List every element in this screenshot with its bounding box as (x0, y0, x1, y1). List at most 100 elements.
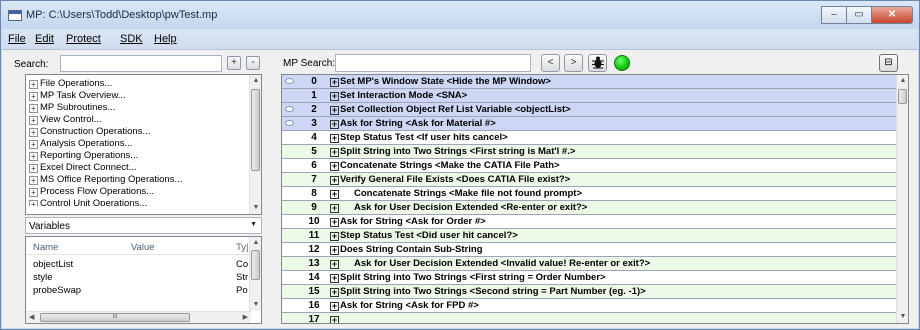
variables-scrollbar[interactable]: ▲ ▼ (249, 237, 261, 311)
tree-item-mp-subroutines[interactable]: + MP Subroutines... (29, 102, 115, 114)
step-row[interactable]: 17 + (282, 313, 896, 323)
variable-row[interactable]: style Str (26, 272, 251, 284)
row-marker[interactable] (282, 299, 300, 312)
variable-row[interactable]: probeSwap Po (26, 285, 251, 297)
row-marker[interactable] (282, 117, 300, 130)
scroll-thumb[interactable] (251, 89, 260, 171)
scroll-right-icon[interactable]: ▶ (243, 313, 248, 321)
tree-item-process-flow[interactable]: + Process Flow Operations... (29, 186, 154, 198)
row-marker[interactable] (282, 271, 300, 284)
step-row[interactable]: 14 + Split String into Two Strings <First … (282, 271, 896, 285)
menu-edit[interactable]: Edit (35, 33, 54, 45)
row-marker[interactable] (282, 159, 300, 172)
menu-file[interactable]: File (8, 33, 26, 45)
expand-icon[interactable]: + (29, 188, 38, 197)
expand-icon[interactable]: + (330, 120, 339, 129)
close-button[interactable]: ✕ (871, 6, 913, 24)
scroll-up-icon[interactable]: ▲ (250, 237, 261, 249)
scroll-left-icon[interactable]: ◀ (29, 313, 34, 321)
expand-icon[interactable]: + (330, 148, 339, 157)
menu-protect[interactable]: Protect (66, 33, 101, 45)
tree-item-ms-office-reporting[interactable]: + MS Office Reporting Operations... (29, 174, 182, 186)
row-marker[interactable] (282, 173, 300, 186)
step-row[interactable]: 0 + Set MP's Window State <Hide the MP Win… (282, 75, 896, 89)
expand-all-button[interactable]: + (227, 56, 241, 70)
expand-icon[interactable]: + (330, 232, 339, 241)
tree-item-reporting-operations[interactable]: + Reporting Operations... (29, 150, 138, 162)
row-marker[interactable] (282, 89, 300, 102)
title-bar[interactable]: MP: C:\Users\Todd\Desktop\pwTest.mp ‒ ▭ … (1, 1, 919, 29)
search-next-button[interactable]: > (564, 54, 583, 72)
row-marker[interactable] (282, 131, 300, 144)
restore-pane-button[interactable]: ⊟ (879, 54, 898, 72)
scroll-down-icon[interactable]: ▼ (250, 202, 261, 214)
expand-icon[interactable]: + (29, 176, 38, 185)
hscroll-thumb[interactable]: III (40, 313, 190, 322)
scroll-thumb[interactable] (898, 89, 907, 104)
expand-icon[interactable]: + (29, 80, 38, 89)
grid-scrollbar[interactable]: ▲ ▼ (896, 75, 908, 323)
expand-icon[interactable]: + (330, 302, 339, 311)
expand-icon[interactable]: + (330, 246, 339, 255)
expand-icon[interactable]: + (330, 190, 339, 199)
expand-icon[interactable]: + (29, 128, 38, 137)
step-row[interactable]: 7 + Verify General File Exists <Does CATIA… (282, 173, 896, 187)
expand-icon[interactable]: + (29, 140, 38, 149)
tree-item-analysis-operations[interactable]: + Analysis Operations... (29, 138, 132, 150)
expand-icon[interactable]: + (330, 218, 339, 227)
expand-icon[interactable]: + (330, 204, 339, 213)
expand-icon[interactable]: + (330, 78, 339, 87)
step-row[interactable]: 6 + Concatenate Strings <Make the CATIA Fi… (282, 159, 896, 173)
expand-icon[interactable]: + (330, 274, 339, 283)
collapse-all-button[interactable]: - (246, 56, 260, 70)
row-marker[interactable] (282, 187, 300, 200)
expand-icon[interactable]: + (330, 92, 339, 101)
scroll-down-icon[interactable]: ▼ (897, 311, 908, 323)
expand-icon[interactable]: + (29, 200, 38, 206)
expand-icon[interactable]: + (29, 92, 38, 101)
expand-icon[interactable]: + (330, 134, 339, 143)
expand-icon[interactable]: + (330, 176, 339, 185)
scroll-down-icon[interactable]: ▼ (250, 299, 261, 311)
menu-help[interactable]: Help (154, 33, 177, 45)
scroll-thumb[interactable] (251, 250, 260, 280)
expand-icon[interactable]: + (29, 164, 38, 173)
column-header-type[interactable]: Ty| (236, 242, 249, 253)
row-marker[interactable] (282, 215, 300, 228)
column-header-name[interactable]: Name (33, 242, 58, 253)
expand-icon[interactable]: + (29, 104, 38, 113)
step-row[interactable]: 16 + Ask for String <Ask for FPD #> (282, 299, 896, 313)
row-marker[interactable] (282, 313, 300, 323)
step-row[interactable]: 1 + Set Interaction Mode <SNA> (282, 89, 896, 103)
step-row[interactable]: 13 + Ask for User Decision Extended <Inval… (282, 257, 896, 271)
row-marker[interactable] (282, 201, 300, 214)
mp-search-input[interactable] (335, 54, 531, 72)
step-row[interactable]: 8 + Concatenate Strings <Make file not fou… (282, 187, 896, 201)
row-marker[interactable] (282, 257, 300, 270)
row-marker[interactable] (282, 103, 300, 116)
variable-row[interactable]: objectList Co (26, 259, 251, 271)
step-row[interactable]: 5 + Split String into Two Strings <First s… (282, 145, 896, 159)
step-row[interactable]: 11 + Step Status Test <Did user hit cancel… (282, 229, 896, 243)
tree-item-construction-operations[interactable]: + Construction Operations... (29, 126, 150, 138)
tree-scrollbar[interactable]: ▲ ▼ (249, 75, 261, 214)
minimize-button[interactable]: ‒ (821, 6, 847, 24)
variables-hscrollbar[interactable]: ◀ III ▶ (26, 311, 251, 323)
row-marker[interactable] (282, 75, 300, 88)
step-row[interactable]: 15 + Split String into Two Strings <Second… (282, 285, 896, 299)
maximize-button[interactable]: ▭ (846, 6, 872, 24)
row-marker[interactable] (282, 229, 300, 242)
search-prev-button[interactable]: < (541, 54, 560, 72)
tree-item-file-operations[interactable]: + File Operations... (29, 78, 112, 90)
row-marker[interactable] (282, 145, 300, 158)
scroll-up-icon[interactable]: ▲ (897, 75, 908, 87)
expand-icon[interactable]: + (330, 106, 339, 115)
tree-item-view-control[interactable]: + View Control... (29, 114, 102, 126)
expand-icon[interactable]: + (29, 116, 38, 125)
expand-icon[interactable]: + (330, 316, 339, 323)
menu-sdk[interactable]: SDK (120, 33, 143, 45)
debug-button[interactable] (588, 54, 607, 72)
step-row[interactable]: 9 + Ask for User Decision Extended <Re-ent… (282, 201, 896, 215)
step-row[interactable]: 2 + Set Collection Object Ref List Variabl… (282, 103, 896, 117)
status-indicator-icon[interactable] (614, 55, 630, 71)
